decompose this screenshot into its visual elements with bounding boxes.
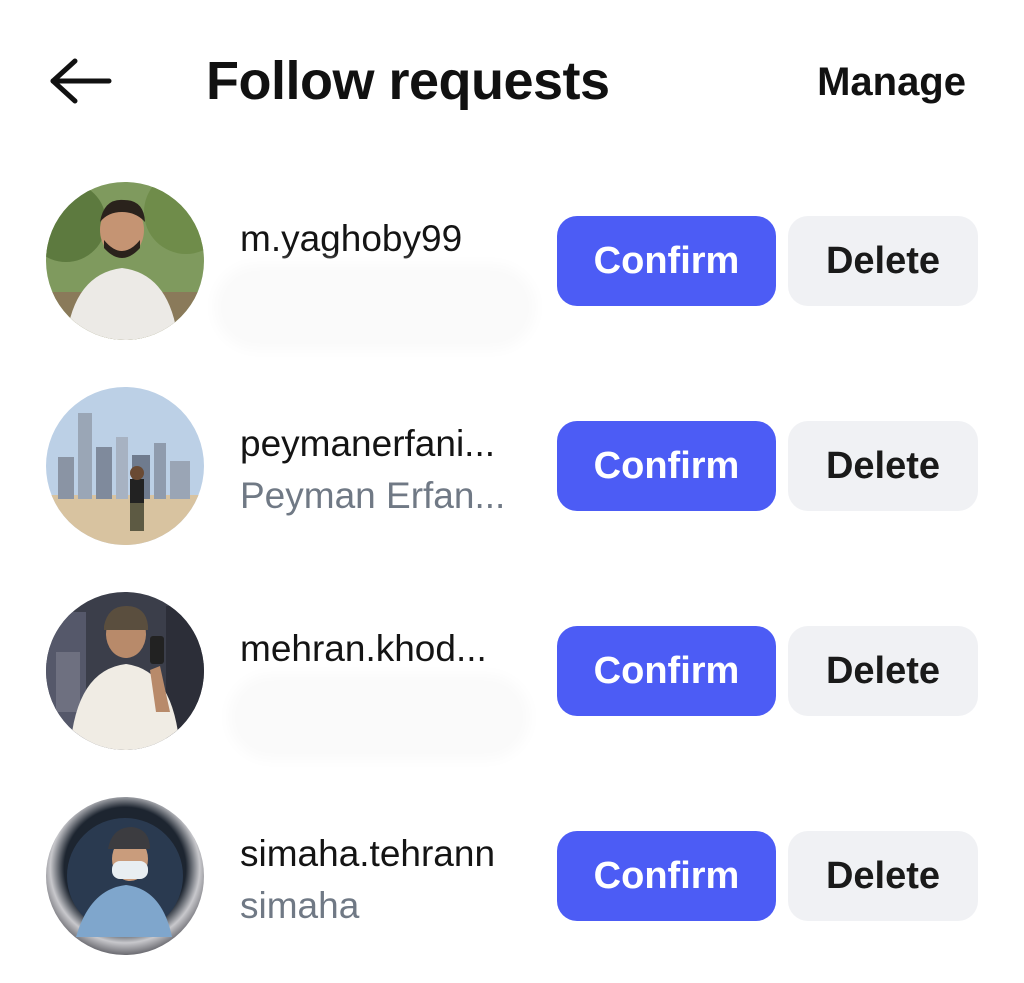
confirm-button[interactable]: Confirm — [557, 216, 776, 306]
avatar[interactable] — [46, 182, 204, 340]
username[interactable]: simaha.tehrann — [240, 831, 495, 877]
full-name: Peyman Erfan... — [240, 475, 506, 516]
arrow-left-icon — [50, 58, 112, 104]
follow-request-row: m.yaghoby99 Confirm Delete — [0, 182, 1024, 352]
avatar[interactable] — [46, 387, 204, 545]
manage-button[interactable]: Manage — [817, 56, 966, 108]
confirm-button[interactable]: Confirm — [557, 421, 776, 511]
redacted-region — [236, 682, 522, 752]
avatar[interactable] — [46, 592, 204, 750]
confirm-button[interactable]: Confirm — [557, 626, 776, 716]
username[interactable]: mehran.khod... — [240, 626, 487, 672]
full-name: simaha — [240, 885, 360, 926]
follow-request-row: peymanerfani... Peyman Erfan... Confirm … — [0, 387, 1024, 557]
top-bar: Follow requests Manage — [0, 0, 1024, 160]
username[interactable]: m.yaghoby99 — [240, 216, 462, 262]
delete-button[interactable]: Delete — [788, 216, 978, 306]
confirm-button[interactable]: Confirm — [557, 831, 776, 921]
delete-button[interactable]: Delete — [788, 421, 978, 511]
avatar[interactable] — [46, 797, 204, 955]
page-title: Follow requests — [206, 51, 610, 111]
follow-request-row: simaha.tehrann simaha Confirm Delete — [0, 797, 1024, 967]
username[interactable]: peymanerfani... — [240, 421, 495, 467]
back-button[interactable] — [40, 48, 120, 114]
redacted-region — [222, 272, 528, 342]
delete-button[interactable]: Delete — [788, 831, 978, 921]
follow-request-row: mehran.khod... Confirm Delete — [0, 592, 1024, 762]
delete-button[interactable]: Delete — [788, 626, 978, 716]
